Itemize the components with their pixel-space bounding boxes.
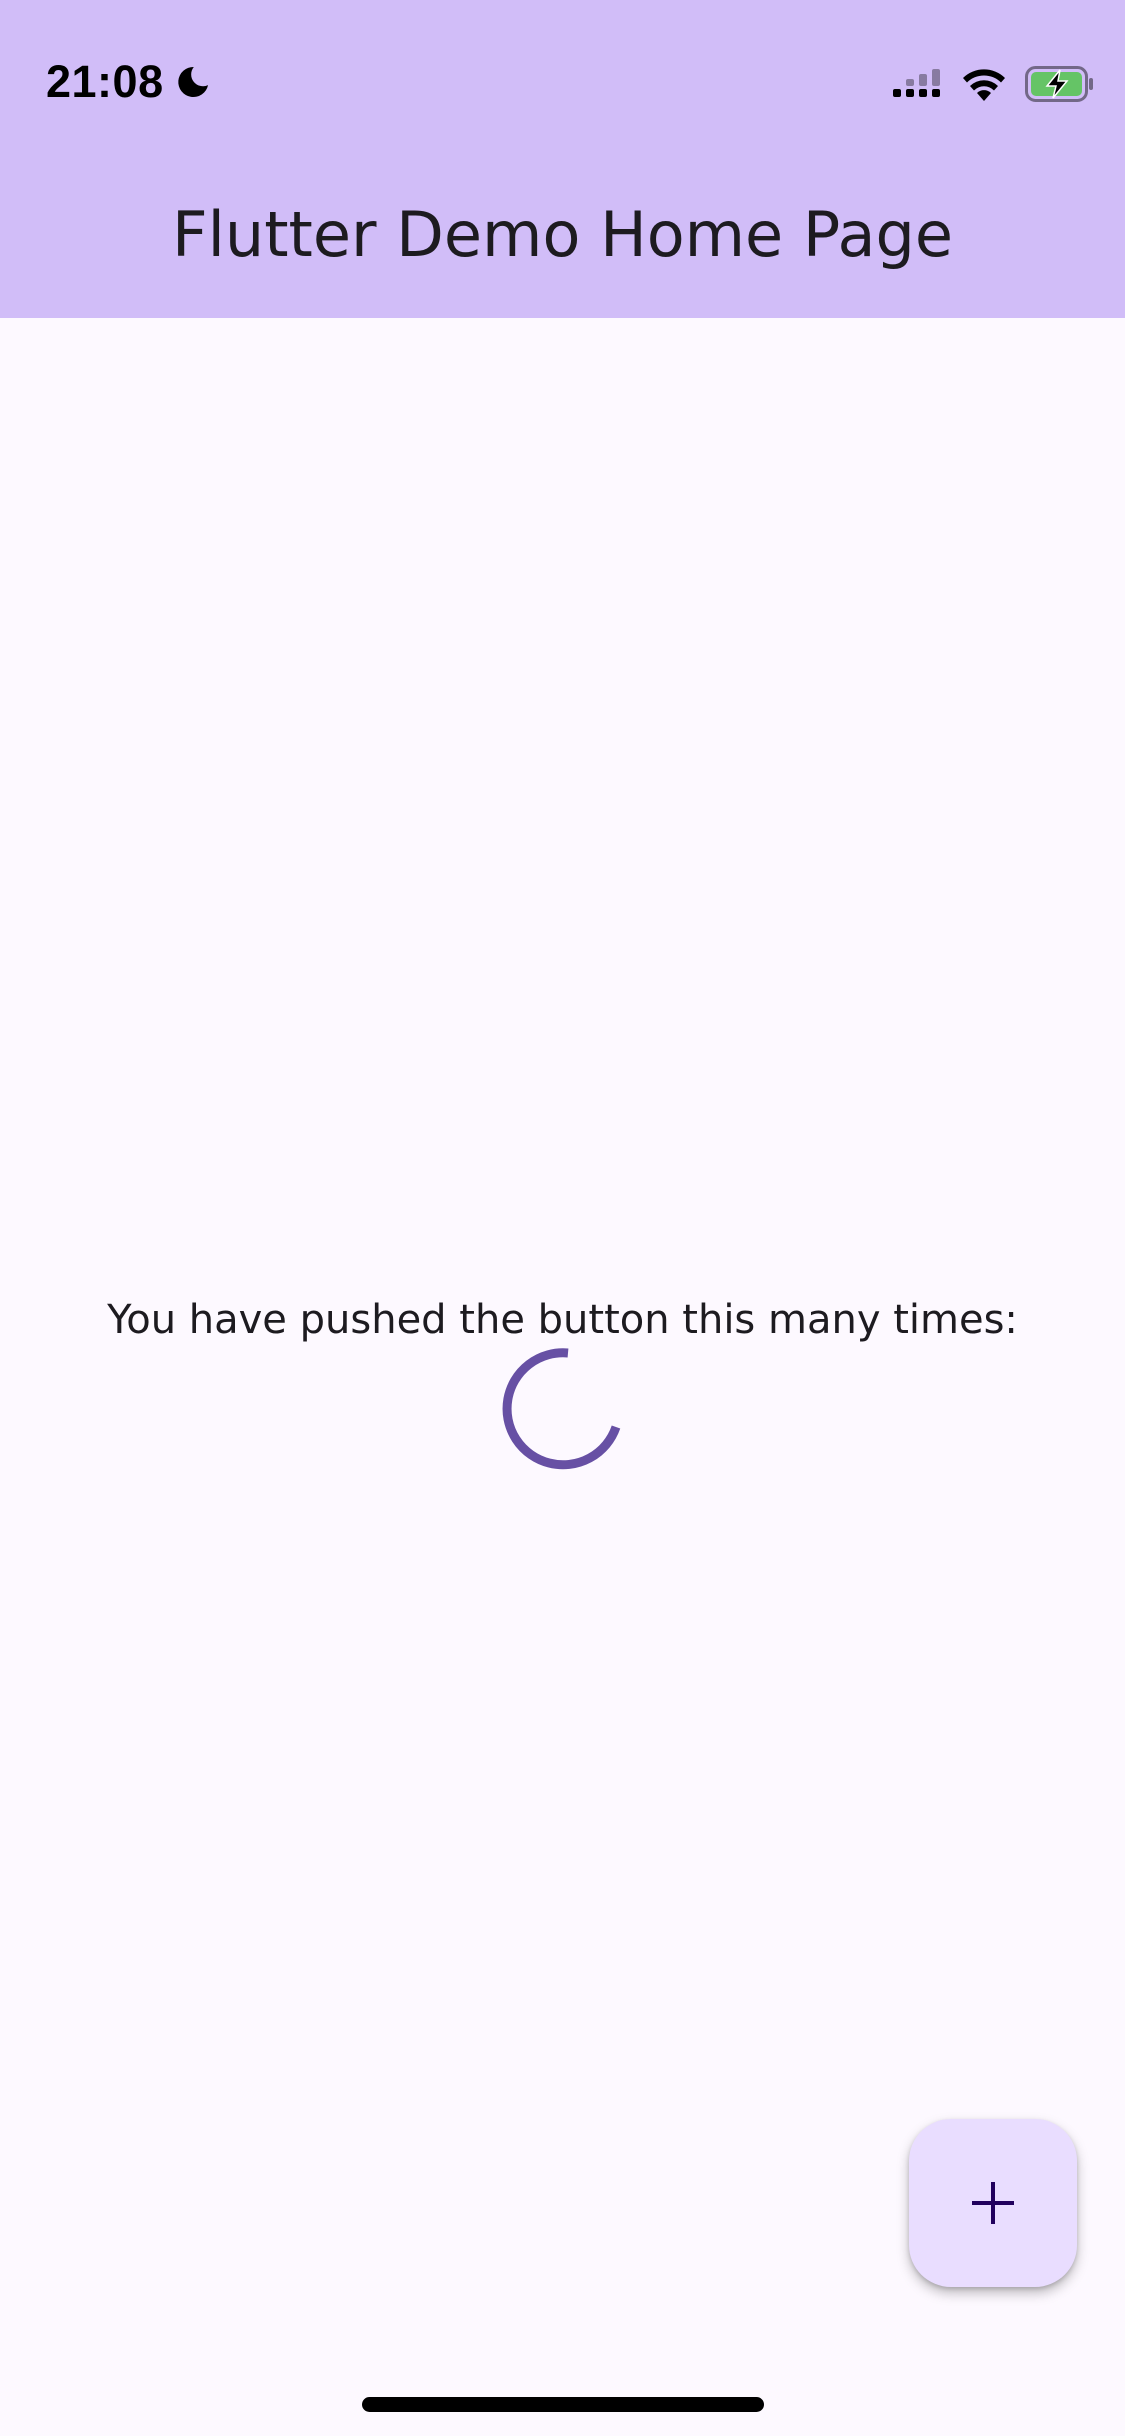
status-bar: 21:08 [0,0,1125,160]
wifi-icon [961,67,1007,101]
increment-button[interactable] [909,2119,1077,2287]
plus-icon [970,2180,1016,2226]
battery-charging-icon [1025,66,1095,102]
app-bar: 21:08 Flutter Demo Home Page [0,0,1125,318]
status-time-group: 21:08 [46,52,212,112]
home-indicator[interactable] [362,2397,764,2412]
cellular-signal-icon [893,69,943,99]
page-title: Flutter Demo Home Page [172,198,953,271]
status-icons [893,60,1095,108]
circular-progress-icon [499,1346,625,1472]
counter-label: You have pushed the button this many tim… [107,1297,1018,1343]
moon-icon [174,63,212,101]
status-time: 21:08 [46,56,164,107]
